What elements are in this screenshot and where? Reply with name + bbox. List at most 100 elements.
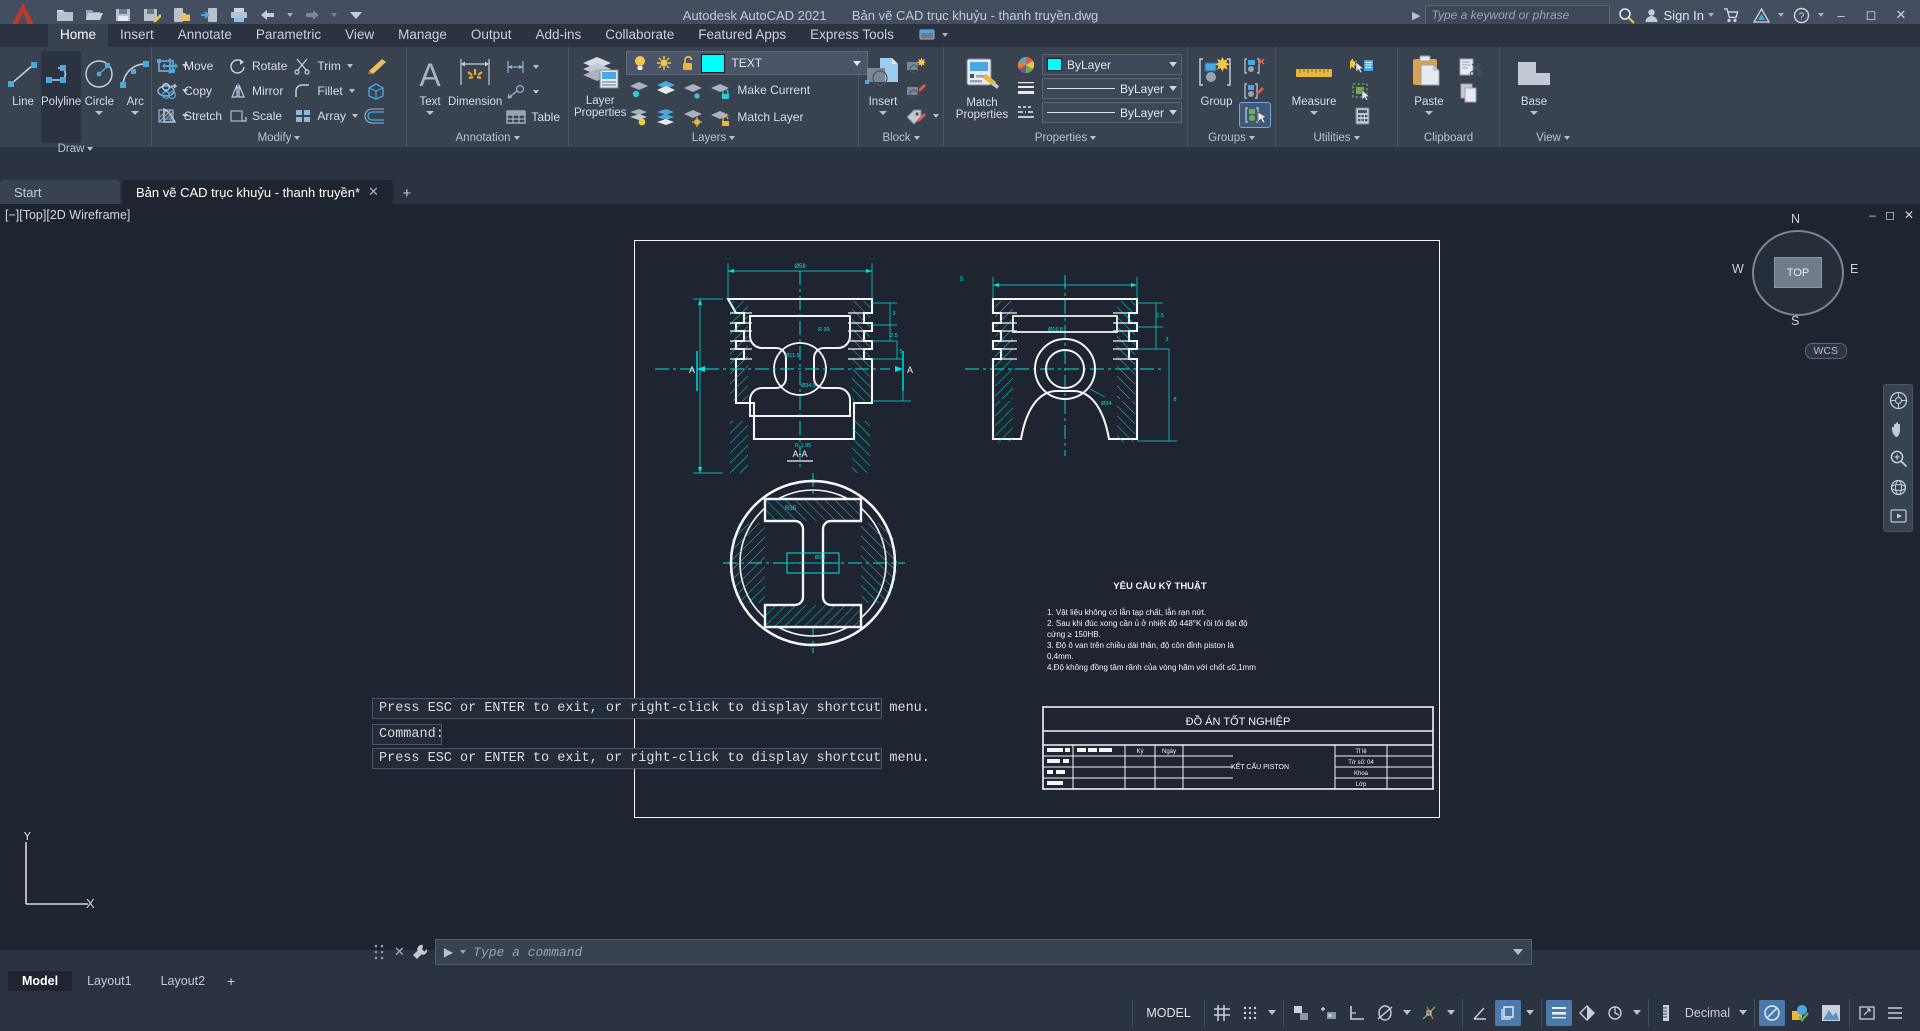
workspace-switching-icon[interactable] <box>1787 1000 1815 1026</box>
match-properties-button[interactable]: Match Properties <box>949 52 1015 121</box>
clean-screen-toggle[interactable] <box>1854 1000 1880 1026</box>
layer-isolate-icon[interactable] <box>626 77 652 102</box>
command-bar-customize-icon[interactable] <box>411 943 429 961</box>
viewport-restore-icon[interactable]: ◻ <box>1885 208 1895 222</box>
annotation-text-dropdown-icon[interactable] <box>426 111 434 115</box>
layout-tab-layout2[interactable]: Layout2 <box>147 971 219 991</box>
draw-polyline-button[interactable]: Polyline <box>41 51 82 143</box>
object-color-icon[interactable] <box>1015 55 1037 75</box>
snap-dropdown-icon[interactable] <box>1267 1010 1276 1015</box>
dynamic-ucs-toggle[interactable] <box>1494 999 1521 1026</box>
drawing-canvas[interactable]: [−][Top][2D Wireframe] – ◻ ✕ N S E W TOP… <box>0 204 1920 950</box>
object-snap-toggle[interactable] <box>1416 1000 1442 1026</box>
panel-title-view[interactable]: View <box>1500 129 1606 147</box>
panel-groups-expand-icon[interactable] <box>1248 136 1255 140</box>
ungroup-button[interactable] <box>1240 53 1270 78</box>
draw-arc-dropdown-icon[interactable] <box>131 111 140 115</box>
layer-freeze-thaw-icon[interactable] <box>653 53 675 73</box>
snap-mode-toggle[interactable] <box>1237 1000 1263 1026</box>
modify-trim-dropdown-icon[interactable] <box>346 63 353 68</box>
layer-lock-unlock-icon[interactable] <box>677 53 699 73</box>
panel-title-annotation[interactable]: Annotation <box>407 129 568 147</box>
ribbon-tab-output[interactable]: Output <box>459 24 524 47</box>
annotation-table-button[interactable]: Table <box>502 104 563 129</box>
modify-offset-button[interactable] <box>361 103 391 128</box>
modify-fillet-button[interactable]: Fillet <box>290 78 361 103</box>
showmotion-icon[interactable] <box>1886 505 1910 527</box>
block-insert-dropdown-icon[interactable] <box>879 111 887 115</box>
object-snap-tracking-toggle[interactable] <box>1467 1000 1493 1026</box>
command-bar-drag-handle[interactable] <box>372 941 388 963</box>
selection-dropdown-icon[interactable] <box>1632 1010 1641 1015</box>
annotation-linear-dim-dropdown-icon[interactable] <box>533 64 540 69</box>
modify-erase-button[interactable] <box>361 53 391 78</box>
layer-unisolate-icon[interactable] <box>653 77 679 102</box>
quick-calculator-button[interactable] <box>1347 103 1377 128</box>
panel-title-utilities[interactable]: Utilities <box>1276 129 1397 147</box>
block-insert-button[interactable]: Insert <box>864 51 902 115</box>
modify-array-dropdown-icon[interactable] <box>352 113 359 118</box>
paste-dropdown-icon[interactable] <box>1425 111 1433 115</box>
layer-make-current-button[interactable]: Make Current <box>734 77 813 102</box>
grid-display-toggle[interactable] <box>1209 1000 1235 1026</box>
layer-freeze-icon[interactable] <box>680 77 706 102</box>
dynamic-input-toggle[interactable] <box>1316 1000 1342 1026</box>
layout-tab-layout1[interactable]: Layout1 <box>73 971 145 991</box>
layer-lock-icon[interactable] <box>707 77 733 102</box>
panel-utilities-expand-icon[interactable] <box>1353 136 1360 140</box>
measure-button[interactable]: Measure <box>1281 51 1347 115</box>
ribbon-tab-view[interactable]: View <box>333 24 386 47</box>
copy-clip-button[interactable] <box>1455 80 1485 105</box>
isolate-objects-toggle[interactable] <box>1759 999 1785 1026</box>
base-dropdown-icon[interactable] <box>1530 111 1538 115</box>
layout-tab-add-button[interactable]: + <box>220 973 242 989</box>
sign-in-dropdown-icon[interactable] <box>1708 13 1714 17</box>
command-input[interactable]: ▶ Type a command <box>434 939 1532 965</box>
file-tab-add-button[interactable]: + <box>395 182 419 204</box>
search-input[interactable]: Type a keyword or phrase <box>1424 5 1610 25</box>
layer-unfreeze-icon[interactable] <box>680 104 706 129</box>
osnap-dropdown-icon[interactable] <box>1446 1010 1455 1015</box>
linetype-dropdown-icon[interactable] <box>1169 110 1177 115</box>
layer-color-swatch[interactable] <box>701 53 726 73</box>
selection-cycling-toggle[interactable] <box>1602 1000 1628 1026</box>
file-tab-start[interactable]: Start <box>0 180 120 204</box>
modify-mirror-button[interactable]: Mirror <box>225 78 290 103</box>
ribbon-tab-addins[interactable]: Add-ins <box>523 24 593 47</box>
polar-dropdown-icon[interactable] <box>1402 1010 1411 1015</box>
viewport-close-icon[interactable]: ✕ <box>1904 208 1914 222</box>
panel-title-groups[interactable]: Groups <box>1188 129 1275 147</box>
layout-tab-model[interactable]: Model <box>8 971 73 991</box>
draw-line-button[interactable]: Line <box>5 51 41 108</box>
panel-title-properties[interactable]: Properties <box>944 129 1187 147</box>
annotation-leader-dropdown-icon[interactable] <box>533 89 540 94</box>
hardware-acceleration-icon[interactable] <box>1817 1000 1845 1026</box>
annotation-linear-dim-button[interactable] <box>502 54 563 79</box>
lineweight-combo[interactable]: ByLayer <box>1042 78 1182 99</box>
measure-dropdown-icon[interactable] <box>1310 111 1318 115</box>
quick-select-button[interactable] <box>1347 53 1377 78</box>
layer-unlock-icon[interactable] <box>707 104 733 129</box>
panel-draw-expand-icon[interactable] <box>87 147 94 151</box>
ribbon-tab-featured-apps[interactable]: Featured Apps <box>686 24 798 47</box>
object-color-dropdown-icon[interactable] <box>1169 62 1177 67</box>
panel-title-layers[interactable]: Layers <box>569 129 858 147</box>
annotation-scale-icon[interactable] <box>1653 1000 1679 1026</box>
modify-scale-button[interactable]: Scale <box>225 103 290 128</box>
modify-stretch-button[interactable]: Stretch <box>157 103 225 128</box>
draw-arc-button[interactable]: Arc <box>117 51 153 115</box>
apps-dropdown-icon[interactable] <box>1778 13 1784 17</box>
modify-rotate-button[interactable]: Rotate <box>225 53 290 78</box>
layer-on-icon[interactable] <box>626 104 652 129</box>
panel-annotation-expand-icon[interactable] <box>513 136 520 140</box>
layer-thaw-all-icon[interactable] <box>653 104 679 129</box>
ribbon-tab-express-tools[interactable]: Express Tools <box>798 24 906 47</box>
draw-circle-button[interactable]: Circle <box>81 51 117 115</box>
viewport-label[interactable]: [−][Top][2D Wireframe] <box>5 208 130 222</box>
paste-button[interactable]: Paste <box>1403 51 1455 115</box>
block-edit-button[interactable] <box>902 78 942 103</box>
panel-title-modify[interactable]: Modify <box>152 129 406 147</box>
block-attribute-button[interactable] <box>902 103 942 128</box>
pan-icon[interactable] <box>1886 418 1910 440</box>
viewport-minimize-icon[interactable]: – <box>1869 208 1876 222</box>
